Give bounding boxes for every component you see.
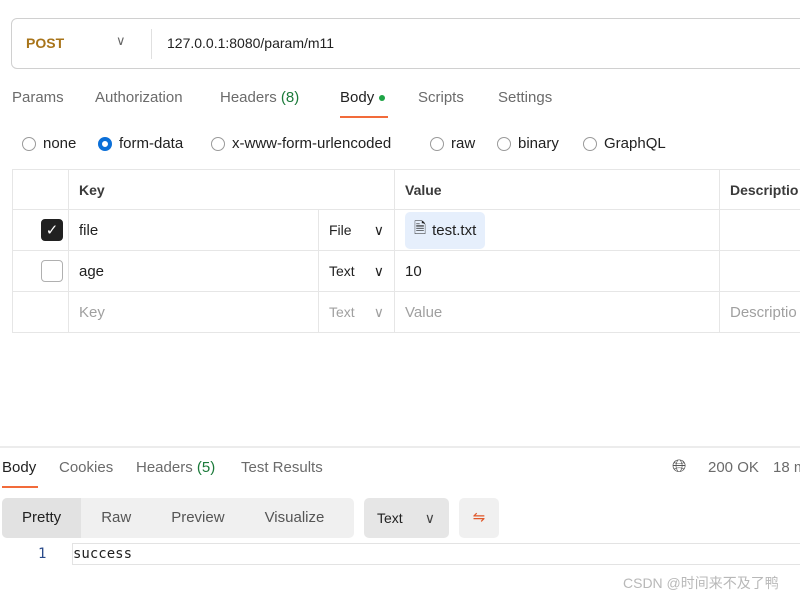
active-tab-underline: [2, 486, 38, 488]
response-time[interactable]: 18 m: [773, 459, 800, 476]
view-preview[interactable]: Preview: [151, 498, 244, 538]
description-input[interactable]: Descriptio: [719, 291, 800, 333]
tab-label: Headers: [220, 89, 277, 106]
view-raw[interactable]: Raw: [81, 498, 151, 538]
key-cell[interactable]: age: [68, 250, 319, 292]
radio-icon: [22, 136, 36, 151]
radio-icon: [211, 136, 225, 151]
table-row-placeholder: Key Text ∨ Value Descriptio: [12, 291, 800, 333]
form-data-table: Key Value Descriptio ✓ file File ∨ 🗎 test.…: [12, 169, 800, 333]
tab-headers[interactable]: Headers (8): [220, 89, 299, 106]
chevron-down-icon: ∨: [373, 221, 384, 238]
tab-params[interactable]: Params: [12, 89, 64, 106]
value-input[interactable]: Value: [394, 291, 720, 333]
status-code[interactable]: 200 OK: [708, 459, 759, 476]
radio-selected-icon: [98, 136, 112, 151]
view-mode-segmented: Pretty Raw Preview Visualize: [2, 498, 354, 538]
divider: [151, 29, 152, 59]
tab-settings[interactable]: Settings: [498, 89, 552, 106]
wrap-lines-icon[interactable]: ⇋: [459, 498, 499, 538]
view-visualize[interactable]: Visualize: [245, 498, 345, 538]
radio-label: GraphQL: [604, 135, 666, 152]
response-tab-test-results[interactable]: Test Results: [241, 459, 323, 476]
response-body[interactable]: success: [72, 543, 800, 565]
method-select[interactable]: POST: [26, 35, 64, 51]
response-tab-body[interactable]: Body: [2, 459, 36, 476]
tab-scripts[interactable]: Scripts: [418, 89, 464, 106]
key-cell[interactable]: file: [68, 209, 319, 251]
tab-authorization[interactable]: Authorization: [95, 89, 183, 106]
checkbox[interactable]: [41, 260, 63, 282]
chevron-down-icon: ∨: [373, 262, 384, 279]
globe-icon[interactable]: 🌐︎: [672, 456, 686, 477]
tab-body[interactable]: Body: [340, 89, 386, 106]
type-select[interactable]: Text ∨: [329, 263, 384, 280]
watermark: CSDN @时间来不及了鸭: [623, 575, 779, 591]
radio-icon: [430, 136, 444, 151]
value-cell[interactable]: 10: [394, 250, 720, 292]
url-input[interactable]: 127.0.0.1:8080/param/m11: [167, 35, 334, 51]
line-number: 1: [38, 546, 47, 562]
key-input[interactable]: Key: [68, 291, 319, 333]
type-label: Text: [329, 262, 355, 279]
active-tab-underline: [340, 116, 388, 118]
file-name: test.txt: [432, 221, 477, 239]
radio-none[interactable]: none: [22, 135, 76, 152]
radio-urlencoded[interactable]: x-www-form-urlencoded: [211, 135, 391, 152]
checkbox-checked[interactable]: ✓: [41, 219, 63, 241]
chevron-down-icon[interactable]: ∨: [116, 33, 126, 49]
radio-icon: [583, 136, 597, 151]
table-row: age Text ∨ 10: [12, 250, 800, 292]
status-dot-icon: [379, 95, 386, 102]
radio-label: binary: [518, 135, 559, 152]
type-select[interactable]: Text ∨: [329, 304, 384, 321]
type-label: Text: [329, 303, 355, 320]
type-label: File: [329, 221, 352, 238]
key-header: Key: [68, 169, 395, 210]
table-header: Key Value Descriptio: [12, 169, 800, 210]
response-tab-headers[interactable]: Headers (5): [136, 459, 215, 476]
radio-label: x-www-form-urlencoded: [232, 135, 392, 152]
pane-resize-handle[interactable]: [0, 446, 800, 448]
format-select[interactable]: Text ∨: [364, 498, 449, 538]
description-cell[interactable]: [719, 209, 800, 251]
view-pretty[interactable]: Pretty: [2, 498, 82, 538]
radio-icon: [497, 136, 511, 151]
tab-label: Headers: [136, 459, 193, 476]
value-header: Value: [394, 169, 720, 210]
type-select[interactable]: File ∨: [329, 222, 384, 239]
chevron-down-icon: ∨: [373, 303, 384, 320]
description-header: Descriptio: [719, 169, 800, 210]
radio-graphql[interactable]: GraphQL: [583, 135, 666, 152]
headers-count: (8): [280, 89, 300, 106]
radio-binary[interactable]: binary: [497, 135, 559, 152]
format-label: Text: [377, 510, 403, 526]
radio-form-data[interactable]: form-data: [98, 135, 183, 152]
table-row: ✓ file File ∨ 🗎 test.txt: [12, 209, 800, 251]
file-chip[interactable]: 🗎 test.txt: [405, 211, 486, 249]
url-bar: POST ∨ 127.0.0.1:8080/param/m11: [11, 18, 800, 69]
radio-label: raw: [451, 135, 476, 152]
radio-label: form-data: [119, 135, 184, 152]
headers-count: (5): [196, 459, 216, 476]
response-tab-cookies[interactable]: Cookies: [59, 459, 113, 476]
file-icon: 🗎: [414, 219, 427, 237]
radio-label: none: [43, 135, 77, 152]
description-cell[interactable]: [719, 250, 800, 292]
radio-raw[interactable]: raw: [430, 135, 475, 152]
tab-label: Body: [340, 89, 375, 106]
chevron-down-icon: ∨: [424, 510, 435, 526]
